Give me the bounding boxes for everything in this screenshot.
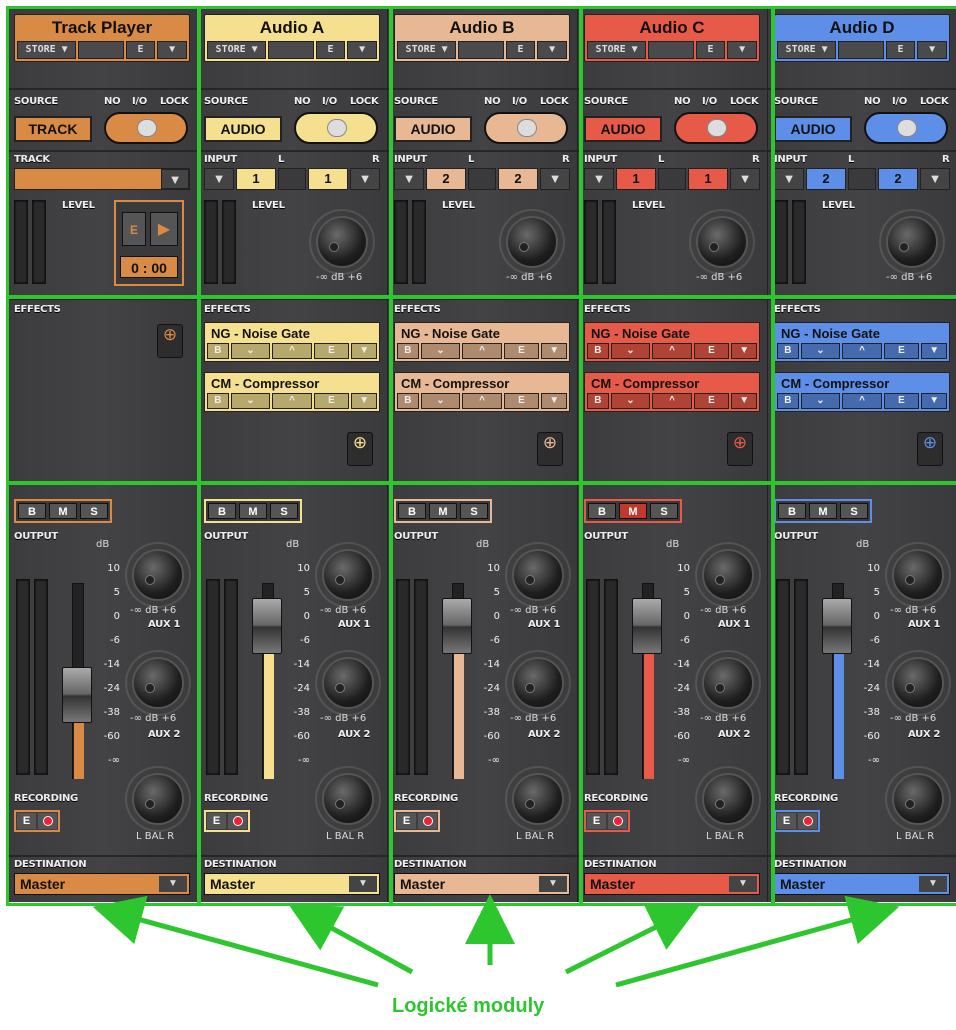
arrow-to-track-player (92, 895, 379, 988)
arrow-to-audio-a (288, 904, 414, 975)
arrow-to-audio-d (615, 895, 900, 988)
arrow-to-audio-c (564, 905, 700, 975)
caption-logical-modules: Logické moduly (392, 995, 545, 1017)
arrows (92, 894, 900, 988)
